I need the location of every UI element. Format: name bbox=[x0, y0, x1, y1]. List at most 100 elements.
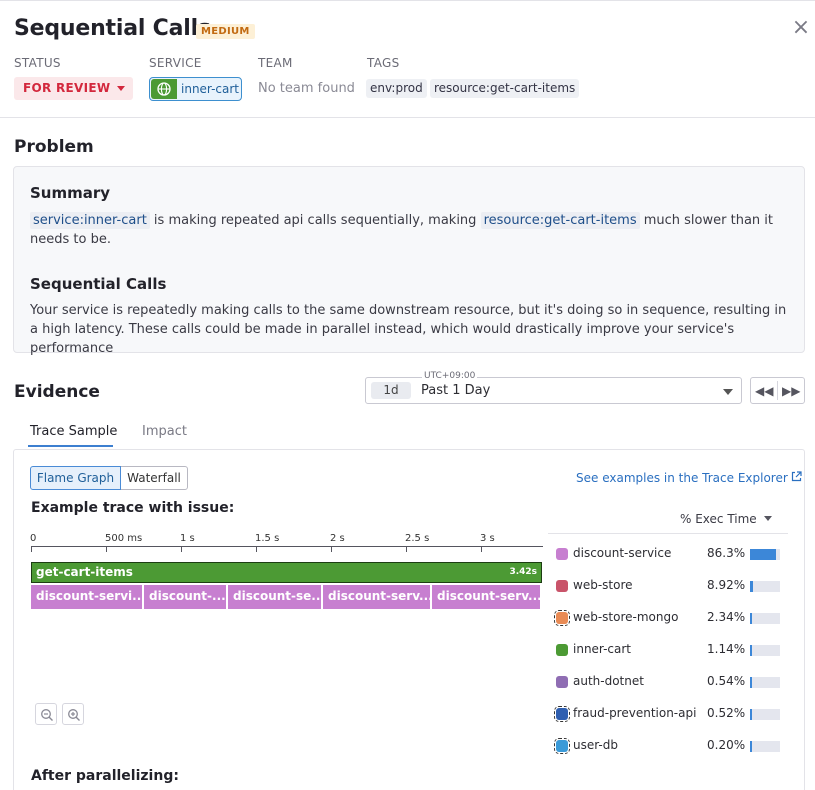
service-row-pct: 0.54% bbox=[707, 674, 746, 688]
exec-time-bar bbox=[750, 581, 780, 592]
zoom-in-button[interactable] bbox=[62, 703, 84, 725]
service-row-name: web-store-mongo bbox=[573, 610, 679, 624]
axis-tick-label: 0 bbox=[30, 533, 37, 544]
service-row[interactable]: user-db 0.20% bbox=[554, 737, 785, 757]
service-row-pct: 2.34% bbox=[707, 610, 746, 624]
axis-tick-label: 3 s bbox=[480, 533, 495, 544]
exec-time-bar-fill bbox=[750, 709, 752, 720]
range-short: 1d bbox=[371, 382, 411, 399]
timeline-axis bbox=[31, 546, 543, 547]
tab-trace-sample[interactable]: Trace Sample bbox=[30, 424, 117, 439]
service-color-swatch bbox=[556, 676, 568, 688]
service-row-pct: 86.3% bbox=[707, 546, 746, 560]
status-label: STATUS bbox=[14, 56, 61, 70]
evidence-heading: Evidence bbox=[14, 382, 100, 402]
flame-graph-toggle[interactable]: Flame Graph bbox=[30, 466, 121, 490]
exec-time-bar-fill bbox=[750, 645, 752, 656]
severity-badge: MEDIUM bbox=[196, 24, 255, 39]
service-row-name: fraud-prevention-api bbox=[573, 706, 697, 720]
service-row-name: web-store bbox=[573, 578, 633, 592]
time-range-picker[interactable]: UTC+09:00 1d Past 1 Day bbox=[365, 371, 742, 404]
child-span-bar[interactable]: discount-servi... bbox=[31, 585, 144, 609]
zoom-in-icon bbox=[68, 709, 80, 721]
time-nav-buttons: ◀◀ ▶▶ bbox=[750, 377, 805, 404]
root-span-bar[interactable]: get-cart-items 3.42s bbox=[31, 562, 542, 583]
service-chip[interactable]: service:inner-cart bbox=[30, 212, 150, 229]
fast-forward-icon[interactable]: ▶▶ bbox=[782, 382, 800, 400]
tags-label: TAGS bbox=[367, 56, 400, 70]
axis-tick-label: 1 s bbox=[180, 533, 195, 544]
summary-heading: Summary bbox=[30, 184, 111, 202]
exec-header-divider bbox=[548, 533, 788, 534]
child-span-bar[interactable]: discount-serv... bbox=[323, 585, 432, 609]
service-row[interactable]: web-store 8.92% bbox=[555, 577, 785, 597]
service-row-pct: 0.20% bbox=[707, 738, 746, 752]
rewind-icon[interactable]: ◀◀ bbox=[755, 382, 773, 400]
service-row-name: discount-service bbox=[573, 546, 672, 560]
summary-text: service:inner-cart is making repeated ap… bbox=[30, 212, 773, 247]
axis-tick bbox=[181, 547, 182, 552]
axis-tick-label: 2 s bbox=[330, 533, 345, 544]
service-color-swatch bbox=[554, 706, 570, 722]
team-value: No team found bbox=[258, 81, 355, 96]
axis-tick bbox=[481, 547, 482, 552]
team-label: TEAM bbox=[258, 56, 293, 70]
axis-tick-label: 2.5 s bbox=[405, 533, 430, 544]
exec-time-bar bbox=[750, 549, 780, 560]
service-name: inner-cart bbox=[181, 82, 240, 96]
exec-time-bar-fill bbox=[750, 677, 752, 688]
problem-heading: Problem bbox=[14, 137, 94, 157]
range-label: Past 1 Day bbox=[421, 383, 491, 398]
axis-tick bbox=[256, 547, 257, 552]
example-trace-heading: Example trace with issue: bbox=[31, 500, 235, 516]
zoom-out-button[interactable] bbox=[35, 703, 57, 725]
axis-tick bbox=[331, 547, 332, 552]
child-span-bar[interactable]: discount-... bbox=[144, 585, 228, 609]
exec-time-bar bbox=[750, 645, 780, 656]
top-divider bbox=[0, 0, 815, 1]
tag-resource[interactable]: resource:get-cart-items bbox=[430, 79, 580, 98]
status-value: FOR REVIEW bbox=[23, 81, 111, 95]
exec-time-bar-fill bbox=[750, 741, 752, 752]
chevron-down-icon bbox=[117, 86, 125, 91]
sequential-calls-heading: Sequential Calls bbox=[30, 275, 167, 293]
service-row[interactable]: inner-cart 1.14% bbox=[555, 641, 785, 661]
close-icon[interactable]: × bbox=[791, 17, 811, 39]
external-link-icon bbox=[791, 471, 802, 485]
exec-time-sort[interactable]: % Exec Time bbox=[680, 512, 772, 526]
exec-time-bar bbox=[750, 741, 780, 752]
exec-time-bar bbox=[750, 677, 780, 688]
exec-time-bar-fill bbox=[750, 581, 753, 592]
child-span-bar[interactable]: discount-serv... bbox=[432, 585, 542, 609]
zoom-out-icon bbox=[41, 709, 53, 721]
service-color-swatch bbox=[554, 738, 570, 754]
chevron-down-icon bbox=[763, 516, 772, 521]
root-span-duration: 3.42s bbox=[509, 567, 537, 577]
service-row-name: user-db bbox=[573, 738, 618, 752]
service-row[interactable]: auth-dotnet 0.54% bbox=[555, 673, 785, 693]
waterfall-toggle[interactable]: Waterfall bbox=[120, 466, 188, 490]
service-row-pct: 0.52% bbox=[707, 706, 746, 720]
service-row-name: inner-cart bbox=[573, 642, 632, 656]
status-dropdown[interactable]: FOR REVIEW bbox=[14, 77, 133, 100]
service-row[interactable]: fraud-prevention-api 0.52% bbox=[554, 705, 785, 725]
service-color-swatch bbox=[556, 580, 568, 592]
page-title: Sequential Calls bbox=[14, 16, 211, 41]
resource-chip[interactable]: resource:get-cart-items bbox=[480, 212, 640, 229]
tab-impact[interactable]: Impact bbox=[142, 424, 187, 439]
trace-explorer-link[interactable]: See examples in the Trace Explorer bbox=[576, 471, 802, 485]
chevron-down-icon bbox=[723, 389, 733, 395]
child-span-bar[interactable]: discount-se... bbox=[228, 585, 323, 609]
service-label: SERVICE bbox=[149, 56, 202, 70]
service-row[interactable]: web-store-mongo 2.34% bbox=[554, 609, 785, 629]
nav-divider bbox=[777, 381, 778, 400]
tag-env[interactable]: env:prod bbox=[366, 79, 427, 98]
service-pill[interactable]: inner-cart bbox=[149, 77, 242, 101]
service-row[interactable]: discount-service 86.3% bbox=[555, 545, 785, 565]
axis-tick bbox=[106, 547, 107, 552]
active-tab-indicator bbox=[28, 445, 113, 447]
axis-tick-label: 500 ms bbox=[105, 533, 143, 544]
globe-icon bbox=[151, 79, 177, 99]
axis-tick bbox=[31, 547, 32, 552]
service-row-name: auth-dotnet bbox=[573, 674, 644, 688]
